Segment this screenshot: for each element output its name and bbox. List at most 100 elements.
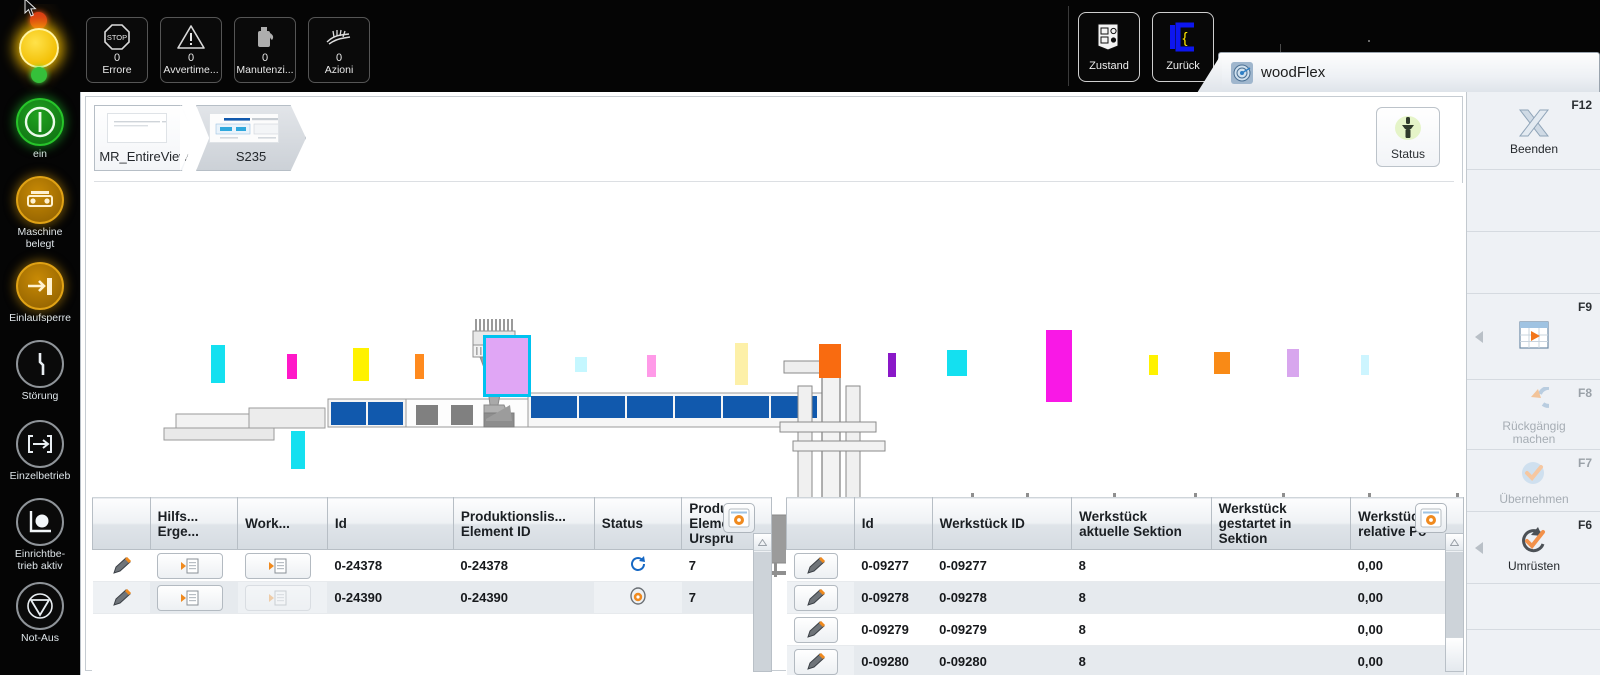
list-icon[interactable] [157,552,224,579]
workpiece[interactable] [819,344,841,378]
sidebar-item-einrichtbetrieb[interactable]: Einrichtbe- trieb aktiv [0,498,80,572]
workpiece[interactable] [415,354,424,379]
kpi-errors[interactable]: STOP 0 Errore [86,17,148,83]
machine-busy-icon [16,176,64,224]
window-tab-woodflex[interactable]: woodFlex [1218,52,1600,92]
edit-icon[interactable] [100,553,144,579]
col-header-work[interactable]: Work... [237,497,328,550]
fkey-label-f6: F6 [1577,518,1592,532]
cell-id: 0-09280 [854,645,933,675]
cell-edit[interactable] [786,549,855,582]
workpiece[interactable] [1214,352,1230,374]
cell-aux[interactable] [150,549,238,582]
cell-id: 0-09279 [854,613,933,646]
workpiece[interactable] [483,335,531,397]
col-header-werkstueck-id[interactable]: Werkstück ID [931,497,1073,550]
stop-icon: STOP [103,22,131,52]
scroll-track[interactable] [754,552,771,671]
workpiece[interactable] [888,353,896,377]
workpiece[interactable] [1149,355,1158,375]
cell-edit[interactable] [786,645,855,675]
cell-edit[interactable] [92,581,151,614]
mouse-cursor [24,0,37,17]
fkey-umruesten[interactable]: F6 Umrüsten [1467,512,1600,584]
workpiece[interactable] [211,345,225,383]
kpi-maintenance[interactable]: 0 Manutenzi... [234,17,296,83]
fkey-empty-4[interactable] [1467,630,1600,675]
workpiece[interactable] [1287,349,1299,377]
breadcrumb-item-mr-entireview[interactable]: MR_EntireView [94,105,194,171]
breadcrumb-item-s235[interactable]: S235 [196,105,306,171]
data-tables: Hilfs... Erge... Work... Id Produktionsl… [86,497,1464,675]
workpiece[interactable] [1046,330,1072,402]
fkey-empty-2[interactable] [1467,232,1600,294]
fkey-beenden[interactable]: F12 Beenden [1467,92,1600,170]
cell-edit[interactable] [786,613,855,646]
scroll-up-arrow-icon[interactable] [1446,534,1463,551]
table-right-scrollbar[interactable] [1445,533,1464,672]
col-header-werkstueck-gestartet-in-sektion[interactable]: Werkstück gestartet in Sektion [1210,497,1352,550]
zustand-button[interactable]: Zustand [1078,12,1140,82]
col-header-hilfs[interactable]: Hilfs... Erge... [149,497,239,550]
edit-icon[interactable] [793,584,838,611]
cell-element-id: 0-24378 [453,549,595,582]
workpiece[interactable] [647,355,656,377]
production-list-table[interactable]: Hilfs... Erge... Work... Id Produktionsl… [92,497,772,672]
table-row[interactable]: 0-09280 0-09280 8 0,00 [786,645,1464,675]
fkey-empty-1[interactable] [1467,170,1600,232]
cell-work[interactable] [237,549,328,582]
cell-aux[interactable] [150,581,238,614]
machine-state-sidebar: ein Maschine belegt Einlaufsperre Störun… [0,92,80,675]
workpiece[interactable] [353,348,369,381]
edit-icon[interactable] [793,552,838,579]
top-status-bar: STOP 0 Errore 0 Avvertime... 0 Manutenzi… [0,0,1600,94]
table-row[interactable]: 0-09277 0-09277 8 0,00 [786,549,1464,582]
svg-text:{: { [1182,30,1187,47]
sidebar-item-ein[interactable]: ein [0,98,80,161]
kpi-warnings[interactable]: 0 Avvertime... [160,17,222,83]
column-settings-gear-icon[interactable] [723,503,755,533]
list-icon[interactable] [244,552,311,579]
edit-icon[interactable] [100,585,144,611]
table-row[interactable]: 0-09278 0-09278 8 0,00 [786,581,1464,614]
col-header-id[interactable]: Id [326,497,454,550]
sidebar-item-stoerung[interactable]: Störung [0,340,80,403]
hand-action-icon [323,22,355,52]
cell-werkstueck-id: 0-09277 [932,549,1072,582]
col-header-row-actions[interactable] [786,497,855,550]
table-row[interactable]: 0-24378 0-24378 7 [92,549,772,582]
table-row[interactable]: 0-24390 0-24390 7 [92,581,772,614]
table-left-scrollbar[interactable] [753,533,772,672]
workpiece[interactable] [735,343,748,385]
fkey-f9[interactable]: F9 [1467,294,1600,380]
workpiece[interactable] [1361,355,1369,375]
sidebar-item-einzelbetrieb[interactable]: Einzelbetrieb [0,420,80,483]
workpiece[interactable] [575,357,587,372]
scroll-thumb[interactable] [1446,637,1463,671]
col-header-werkstueck-aktuelle-sektion[interactable]: Werkstück aktuelle Sektion [1071,497,1212,550]
workpiece[interactable] [287,354,297,379]
fkey-label-f7: F7 [1577,456,1592,470]
workpiece-table[interactable]: Id Werkstück ID Werkstück aktuelle Sekti… [786,497,1464,675]
edit-icon[interactable] [793,616,838,643]
sidebar-item-einlaufsperre[interactable]: Einlaufsperre [0,262,80,325]
column-settings-gear-icon[interactable] [1415,503,1447,533]
col-header-id[interactable]: Id [853,497,933,550]
table-row[interactable]: 0-09279 0-09279 8 0,00 [786,613,1464,646]
col-header-row-actions[interactable] [92,497,151,550]
list-icon[interactable] [157,584,224,611]
col-header-status[interactable]: Status [593,497,683,550]
sidebar-item-einrichtbetrieb-label-2: trieb aktiv [17,559,63,572]
sidebar-item-not-aus[interactable]: Not-Aus [0,582,80,645]
edit-icon[interactable] [793,648,838,675]
zurueck-button[interactable]: { Zurück [1152,12,1214,82]
col-header-produktionsliste-element-id[interactable]: Produktionslis... Element ID [452,497,595,550]
kpi-actions[interactable]: 0 Azioni [308,17,370,83]
scroll-up-arrow-icon[interactable] [754,534,771,551]
cell-edit[interactable] [786,581,855,614]
workpiece[interactable] [947,350,967,376]
status-button[interactable]: Status [1376,107,1440,167]
cell-edit[interactable] [92,549,151,582]
fkey-empty-3[interactable] [1467,584,1600,630]
sidebar-item-maschine-belegt[interactable]: Maschine belegt [0,176,80,250]
